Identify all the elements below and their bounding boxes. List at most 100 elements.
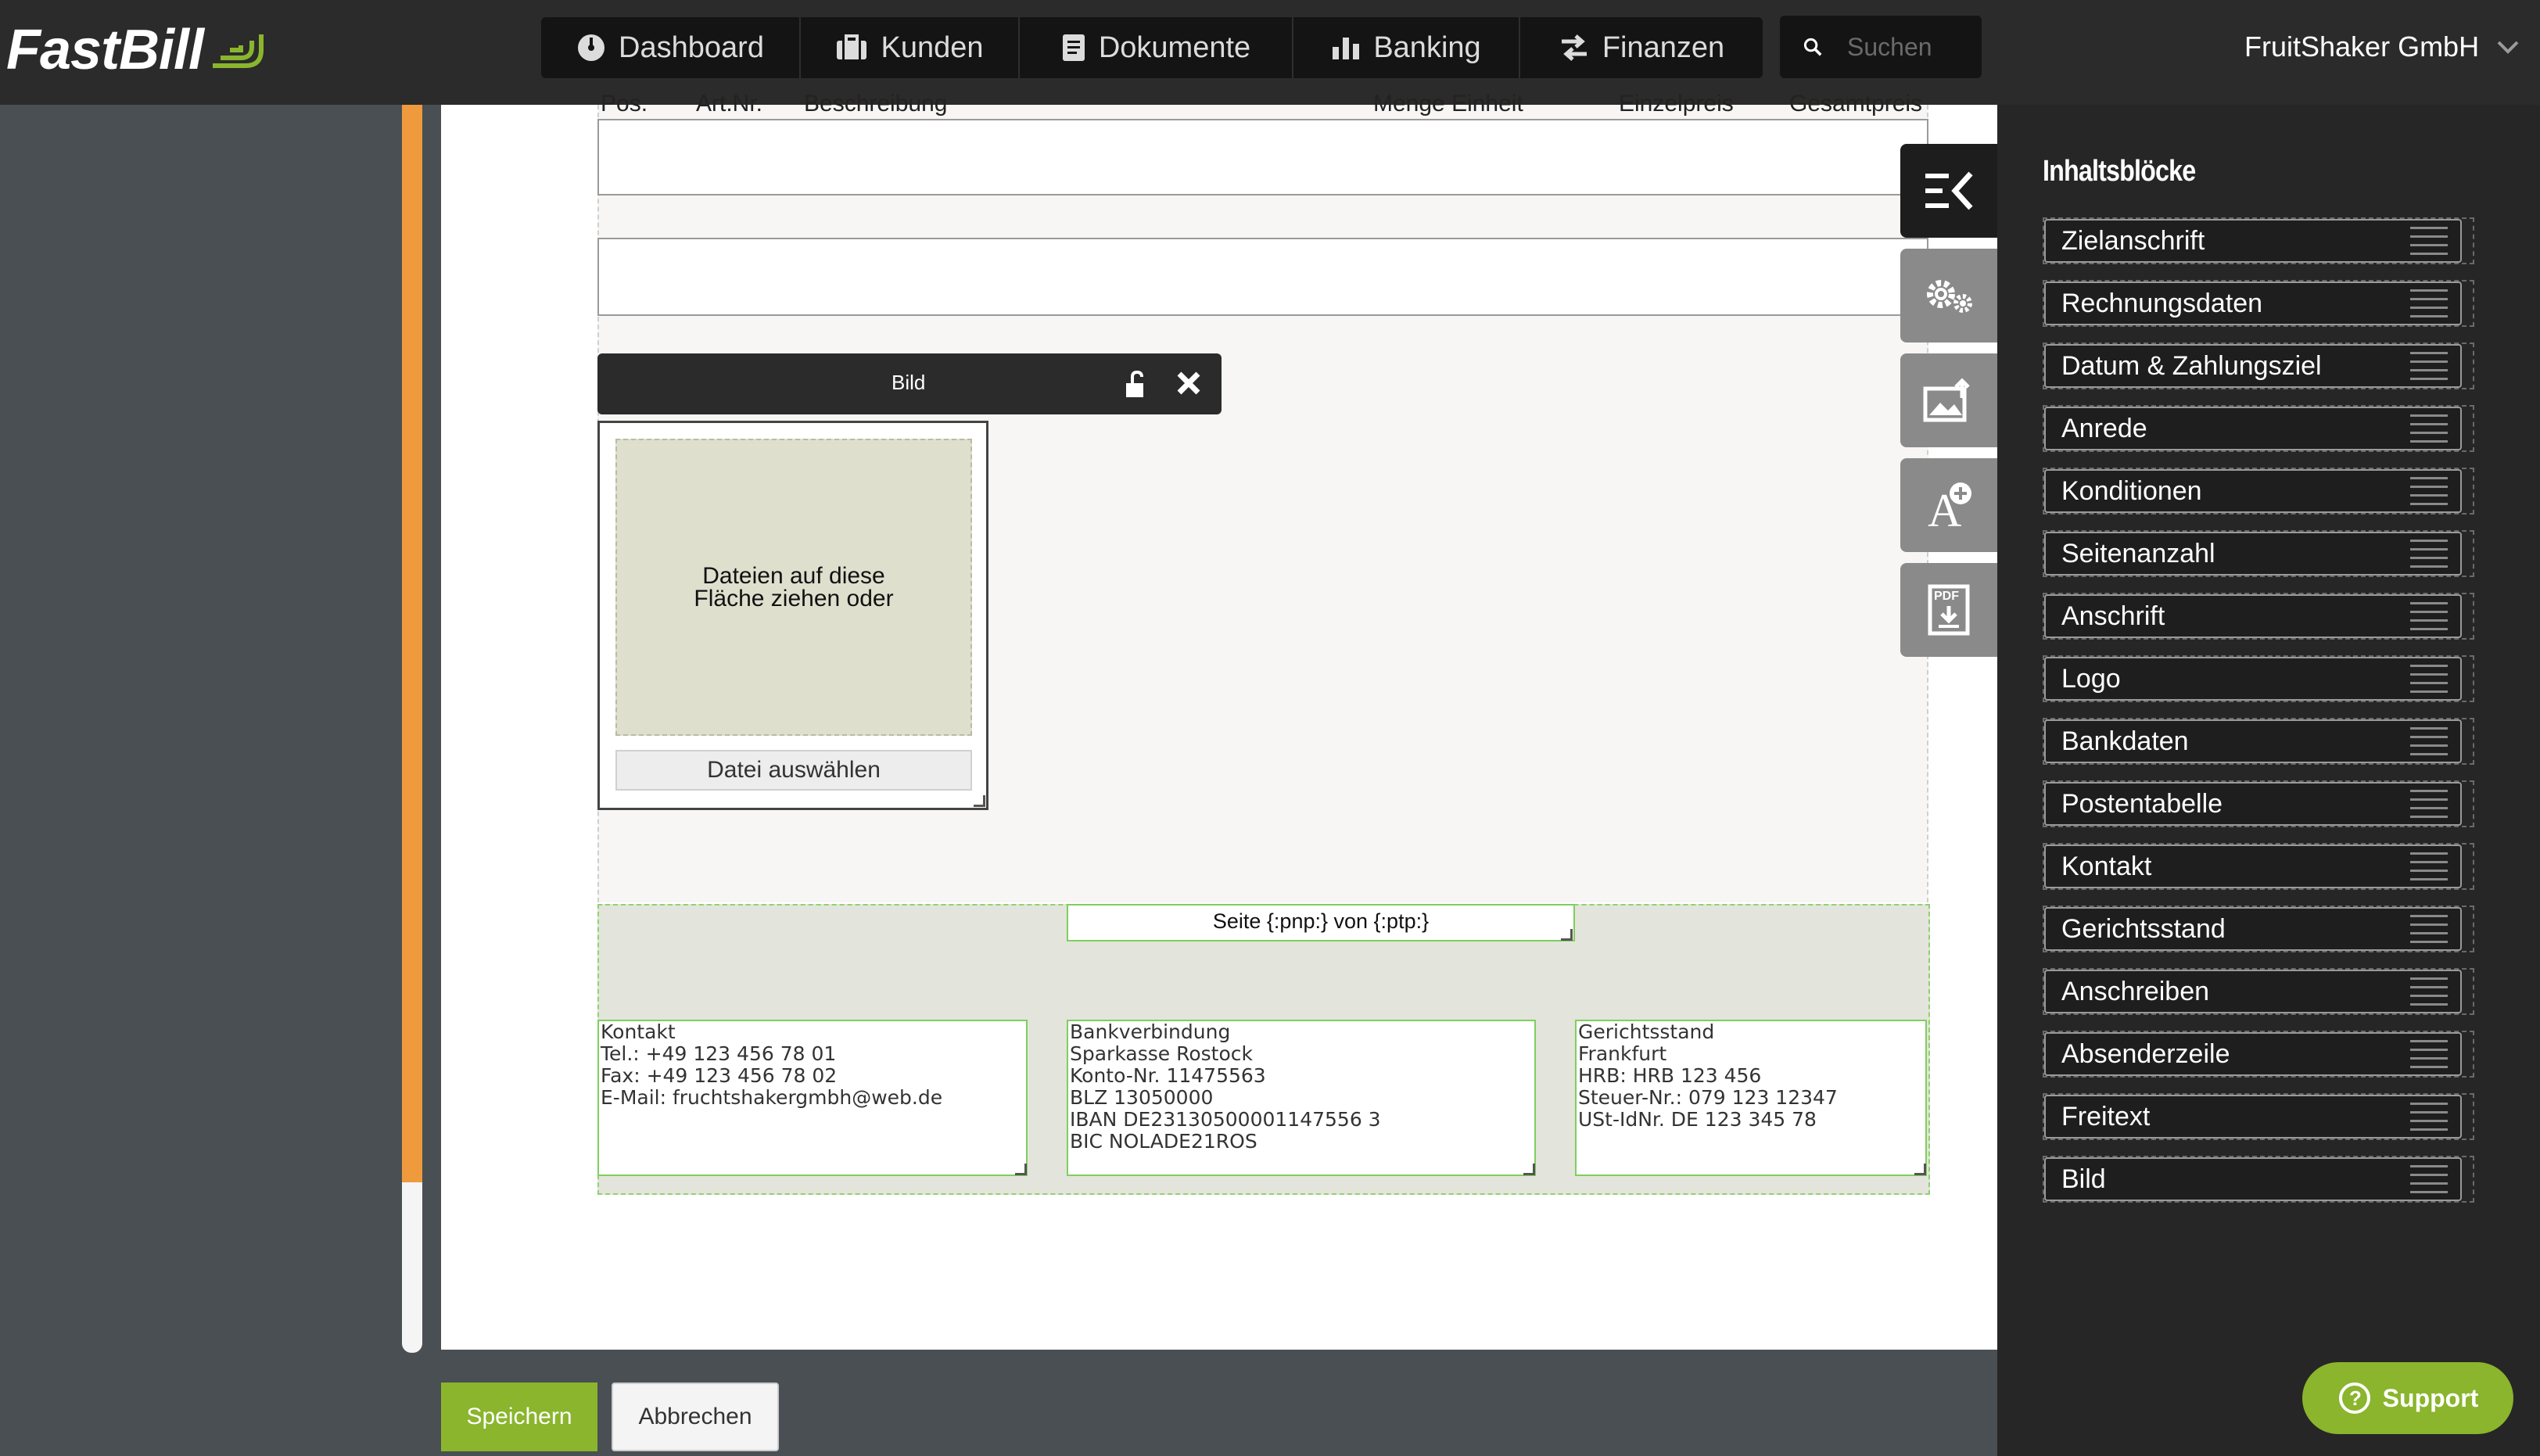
top-bar: FastBill Dashboard Kunden Dokumente Bank… [0,0,2540,105]
svg-text:?: ? [2349,1386,2362,1410]
col-gesamtpreis: Gesamtpreis [1789,92,1923,117]
block-label: Anschrift [2061,601,2165,631]
help-icon: ? [2338,1382,2370,1414]
bank-line: BIC NOLADE21ROS [1070,1130,1257,1153]
footer-bank-block[interactable]: Bankverbindung Sparkasse Rostock Konto-N… [1067,1020,1536,1176]
block-label: Bild [2061,1164,2106,1194]
drag-handle-icon[interactable] [2410,227,2448,255]
gericht-line: Gerichtsstand [1578,1020,1715,1043]
nav-banking[interactable]: Banking [1293,17,1520,78]
block-label: Postentabelle [2061,788,2223,819]
tab-add-text[interactable]: A [1900,458,1997,552]
choose-file-button[interactable]: Datei auswählen [615,750,972,791]
block-label: Absenderzeile [2061,1038,2230,1069]
content-block-item[interactable]: Kontakt [2043,843,2474,890]
drag-handle-icon[interactable] [2410,852,2448,880]
bar-chart-icon [1333,38,1360,59]
resize-handle-icon[interactable] [1561,929,1573,941]
file-dropzone[interactable]: Dateien auf diese Fläche ziehen oder [615,439,972,736]
content-block-item[interactable]: Absenderzeile [2043,1031,2474,1078]
content-block-item[interactable]: Datum & Zahlungsziel [2043,342,2474,389]
resize-handle-icon[interactable] [1914,1164,1926,1175]
resize-handle-icon[interactable] [1015,1164,1027,1175]
content-block-item[interactable]: Gerichtsstand [2043,906,2474,952]
drag-handle-icon[interactable] [2410,352,2448,380]
content-block-item[interactable]: Bankdaten [2043,718,2474,765]
content-block-item[interactable]: Rechnungsdaten [2043,280,2474,327]
support-button[interactable]: ? Support [2302,1362,2513,1434]
block-label: Anschreiben [2061,976,2210,1006]
content-block-item[interactable]: Konditionen [2043,468,2474,515]
nav-dokumente[interactable]: Dokumente [1020,17,1293,78]
block-label: Gerichtsstand [2061,913,2226,944]
block-label: Seitenanzahl [2061,538,2215,568]
panel-title: Inhaltsblöcke [2043,155,2196,188]
drag-handle-icon[interactable] [2410,1165,2448,1193]
drag-handle-icon[interactable] [2410,915,2448,943]
item-table-header: Pos. Art.Nr. Beschreibung Menge Einheit … [599,92,1927,117]
drag-handle-icon[interactable] [2410,1103,2448,1131]
footer-kontakt-block[interactable]: Kontakt Tel.: +49 123 456 78 01 Fax: +49… [597,1020,1028,1176]
drag-handle-icon[interactable] [2410,665,2448,693]
tab-pdf-export[interactable]: PDF [1900,563,1997,657]
drag-handle-icon[interactable] [2410,790,2448,818]
scroll-thumb[interactable] [402,105,422,1182]
drag-handle-icon[interactable] [2410,977,2448,1006]
account-menu[interactable]: FruitShaker GmbH [2244,23,2520,70]
content-block-item[interactable]: Anschreiben [2043,968,2474,1015]
content-block-item[interactable]: Freitext [2043,1093,2474,1140]
content-block-item[interactable]: Anrede [2043,405,2474,452]
content-block-item[interactable]: Seitenanzahl [2043,530,2474,577]
nav-finanzen[interactable]: Finanzen [1520,17,1763,78]
nav-label: Dokumente [1098,30,1251,64]
nav-label: Kunden [881,30,984,64]
content-block-item[interactable]: Postentabelle [2043,780,2474,827]
chevron-down-icon [2497,41,2519,54]
unlock-icon[interactable] [1123,369,1151,400]
content-block-item[interactable]: Bild [2043,1156,2474,1203]
col-beschreibung: Beschreibung [804,92,948,117]
briefcase-icon [837,34,867,59]
gericht-line: HRB: HRB 123 456 [1578,1064,1762,1087]
tab-content-blocks[interactable] [1900,144,1997,238]
tab-settings[interactable] [1900,249,1997,342]
footer-gericht-block[interactable]: Gerichtsstand Frankfurt HRB: HRB 123 456… [1575,1020,1927,1176]
gears-icon [1927,280,1972,313]
pdf-export-icon: PDF [1928,584,1970,636]
drag-handle-icon[interactable] [2410,540,2448,568]
page-number-block[interactable]: Seite {:pnp:} von {:ptp:} [1067,904,1575,941]
drag-handle-icon[interactable] [2410,1040,2448,1068]
nav-dashboard[interactable]: Dashboard [541,17,801,78]
block-label: Freitext [2061,1101,2151,1131]
nav-label: Dashboard [619,30,764,64]
nav-label: Finanzen [1602,30,1725,64]
content-block-item[interactable]: Logo [2043,655,2474,702]
search-icon[interactable] [1803,31,1822,63]
resize-handle-icon[interactable] [1523,1164,1535,1175]
drag-handle-icon[interactable] [2410,477,2448,505]
fastbill-logo[interactable]: FastBill [6,11,267,89]
resize-handle-icon[interactable] [974,795,985,807]
content-block-item[interactable]: Anschrift [2043,593,2474,640]
tab-image-upload[interactable] [1900,353,1997,447]
svg-text:PDF: PDF [1934,590,1959,603]
item-table-box[interactable] [597,119,1928,195]
bild-toolbar[interactable]: Bild [597,353,1222,414]
nav-kunden[interactable]: Kunden [801,17,1020,78]
scroll-rail[interactable] [402,105,422,1353]
block-label: Anrede [2061,413,2147,443]
cancel-button[interactable]: Abbrechen [612,1382,779,1451]
search-input[interactable] [1846,31,1982,63]
drag-handle-icon[interactable] [2410,602,2448,630]
drag-handle-icon[interactable] [2410,727,2448,755]
document-icon [1062,34,1085,61]
content-block-item[interactable]: Zielanschrift [2043,217,2474,264]
close-icon[interactable] [1175,369,1203,397]
drag-handle-icon[interactable] [2410,414,2448,443]
save-button[interactable]: Speichern [441,1382,597,1451]
drag-handle-icon[interactable] [2410,289,2448,317]
main-navigation: Dashboard Kunden Dokumente Banking Finan… [541,17,1763,78]
kontakt-line: E-Mail: fruchtshakergmbh@web.de [601,1086,943,1109]
gericht-line: USt-IdNr. DE 123 345 78 [1578,1108,1817,1131]
text-block-box[interactable] [597,238,1928,316]
